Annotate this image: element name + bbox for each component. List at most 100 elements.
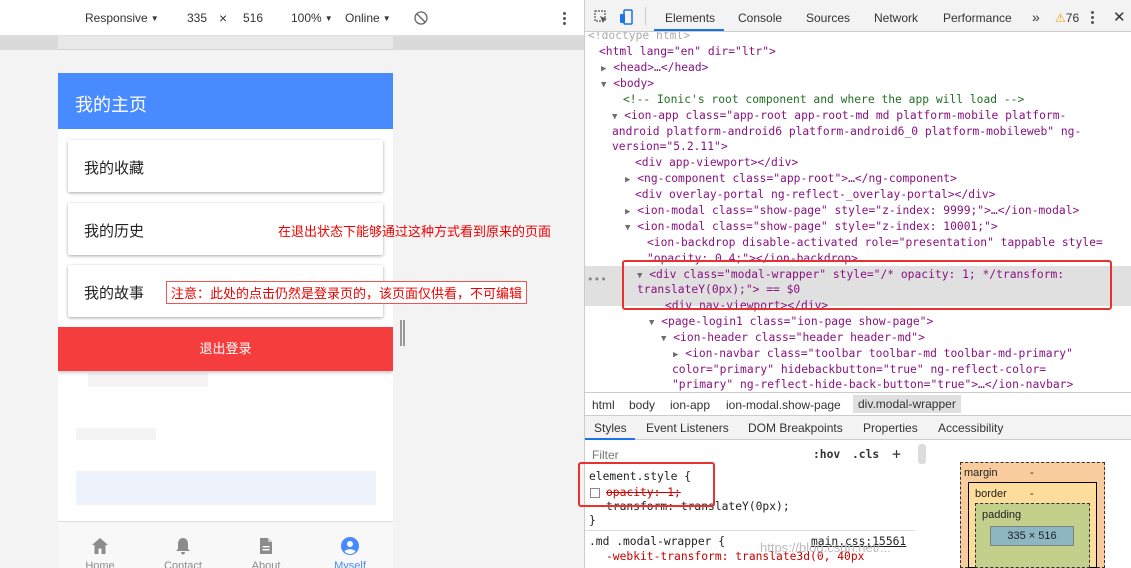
dom-node-cont: "primary" ng-reflect-hide-back-button="t…	[672, 378, 1074, 391]
dom-node-text: <ion-modal class="show-page" style="z-in…	[637, 204, 1080, 217]
subtab-dom-breakpoints[interactable]: DOM Breakpoints	[748, 421, 843, 435]
phone-viewport: 我的主页 我的收藏 我的历史 我的故事 退出登录 Home Contact Ab…	[58, 73, 393, 568]
ghost-content	[76, 428, 156, 440]
border-value: -	[1030, 488, 1034, 500]
subtab-styles[interactable]: Styles	[594, 421, 627, 435]
ghost-content	[76, 471, 376, 505]
class-toggle[interactable]: .cls	[852, 448, 879, 461]
dom-node-text: <head>…</head>	[613, 61, 709, 74]
resize-handle[interactable]	[400, 320, 406, 346]
hover-state-toggle[interactable]: :hov	[813, 448, 840, 461]
close-icon[interactable]: ✕	[1113, 8, 1126, 26]
tab-performance[interactable]: Performance	[943, 11, 1012, 25]
media-query-ruler[interactable]	[0, 36, 584, 50]
tab-console[interactable]: Console	[738, 11, 782, 25]
dom-node-text: <ion-navbar class="toolbar toolbar-md to…	[685, 347, 1073, 360]
warning-counter[interactable]: ⚠76	[1055, 11, 1079, 25]
dom-node[interactable]: <div overlay-portal ng-reflect-_overlay-…	[635, 187, 995, 203]
caret-down-icon: ▼	[382, 14, 391, 23]
highlight-box-styles	[578, 462, 715, 507]
styles-subtabs: Styles Event Listeners DOM Breakpoints P…	[585, 416, 1131, 440]
breadcrumb-html[interactable]: html	[592, 398, 615, 412]
collapse-triangle-icon[interactable]: ▼	[601, 80, 606, 90]
breadcrumb-body[interactable]: body	[629, 398, 655, 412]
tab-network[interactable]: Network	[874, 11, 918, 25]
collapse-triangle-icon[interactable]: ▼	[661, 334, 666, 344]
document-icon	[260, 538, 272, 554]
card-label: 我的收藏	[84, 160, 145, 177]
rotate-icon[interactable]	[414, 11, 428, 25]
tab-bar: Home Contact About Myself	[58, 521, 393, 568]
device-mode-label: Responsive	[85, 11, 148, 25]
ellipsis-icon[interactable]: •••	[587, 272, 607, 288]
dom-node[interactable]: <div app-viewport></div>	[635, 155, 798, 171]
expand-triangle-icon[interactable]: ▶	[625, 175, 630, 185]
expand-triangle-icon[interactable]: ▶	[625, 207, 630, 217]
more-options-icon[interactable]	[562, 10, 566, 26]
tab-contact[interactable]: Contact	[153, 536, 213, 568]
rule-close: }	[589, 514, 596, 527]
padding-label: padding	[982, 509, 1022, 521]
inspect-element-icon[interactable]	[594, 10, 608, 24]
active-tab-indicator	[654, 29, 724, 31]
rule-divider	[585, 530, 915, 531]
collapse-triangle-icon[interactable]: ▼	[625, 223, 630, 233]
caret-down-icon: ▼	[324, 14, 333, 23]
ruler-left-segment	[0, 36, 58, 50]
card-favorites[interactable]: 我的收藏	[68, 140, 383, 192]
breadcrumb-ion-app[interactable]: ion-app	[670, 398, 710, 412]
box-model-content[interactable]: 335 × 516	[990, 526, 1074, 546]
warning-count: 76	[1065, 11, 1080, 25]
tab-label: Contact	[164, 560, 202, 568]
device-toggle-icon[interactable]	[619, 9, 635, 25]
expand-triangle-icon[interactable]: ▶	[601, 64, 606, 74]
dom-node[interactable]: <ion-backdrop disable-activated role="pr…	[647, 235, 1103, 251]
tab-sources[interactable]: Sources	[806, 11, 850, 25]
device-mode-select[interactable]: Responsive ▼	[85, 11, 159, 25]
border-label: border	[975, 488, 1007, 500]
bell-icon	[176, 538, 190, 555]
app-header: 我的主页	[58, 73, 393, 129]
logout-button[interactable]: 退出登录	[58, 327, 393, 371]
tab-home[interactable]: Home	[70, 536, 130, 568]
dom-node-cont: color="primary" hidebackbutton="true" ng…	[672, 363, 1047, 376]
dom-node-text: <ion-modal class="show-page" style="z-in…	[637, 220, 998, 233]
annotation-note-2: 注意：此处的点击仍然是登录页的，该页面仅供看，不可编辑	[166, 281, 528, 304]
height-input[interactable]: 516	[243, 11, 263, 25]
tab-label: About	[251, 560, 281, 568]
dom-tree: <!doctype html> <html lang="en" dir="ltr…	[585, 32, 1131, 392]
new-rule-button[interactable]: +	[892, 445, 901, 463]
tab-myself[interactable]: Myself	[320, 536, 380, 568]
more-tabs-button[interactable]: »	[1032, 9, 1040, 25]
devtools-tabbar: Elements Console Sources Network Perform…	[585, 0, 1131, 32]
box-model-diagram: margin - border - padding 335 × 516	[960, 462, 1105, 568]
expand-triangle-icon[interactable]: ▶	[673, 350, 678, 360]
dom-node-text: <ng-component class="app-root">…</ng-com…	[637, 172, 957, 185]
more-options-icon[interactable]	[1091, 9, 1095, 25]
home-icon	[92, 538, 108, 554]
subtab-event-listeners[interactable]: Event Listeners	[646, 421, 729, 435]
breadcrumb-ion-modal[interactable]: ion-modal.show-page	[726, 398, 841, 412]
subtab-properties[interactable]: Properties	[863, 421, 918, 435]
width-input[interactable]: 335	[187, 11, 207, 25]
dom-node[interactable]: <!doctype html>	[588, 32, 690, 44]
styles-scrollbar[interactable]	[918, 444, 926, 464]
tab-about[interactable]: About	[236, 536, 296, 568]
active-subtab-indicator	[585, 438, 635, 440]
dom-node-text: <body>	[613, 77, 655, 90]
collapse-triangle-icon[interactable]: ▼	[649, 318, 654, 328]
dom-node[interactable]: <html lang="en" dir="ltr">	[599, 44, 776, 60]
collapse-triangle-icon[interactable]: ▼	[612, 112, 617, 122]
dom-node-cont: android platform-android6 platform-andro…	[612, 125, 1082, 138]
toolbar-divider	[645, 7, 646, 25]
ghost-content	[88, 373, 208, 387]
zoom-select[interactable]: 100% ▼	[291, 11, 333, 25]
network-select[interactable]: Online ▼	[345, 11, 391, 25]
dom-comment[interactable]: <!-- Ionic's root component and where th…	[623, 92, 1024, 108]
times-sign: ×	[219, 10, 228, 26]
subtab-accessibility[interactable]: Accessibility	[938, 421, 1003, 435]
tab-elements[interactable]: Elements	[665, 11, 715, 25]
margin-label: margin	[964, 467, 998, 479]
breadcrumb-modal-wrapper[interactable]: div.modal-wrapper	[853, 395, 961, 413]
device-toolbar: Responsive ▼ 335 × 516 100% ▼ Online ▼	[0, 0, 584, 36]
